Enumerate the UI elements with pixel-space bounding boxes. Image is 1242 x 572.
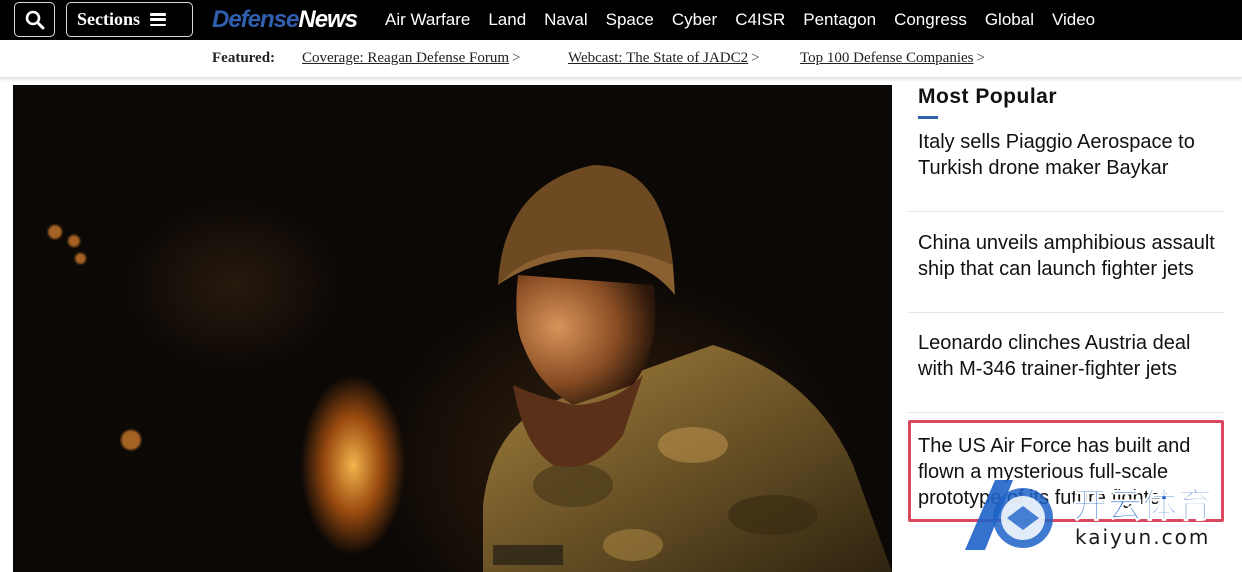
watermark-text: 开云体育 [1073,486,1213,527]
watermark-url: kaiyun.com [1075,525,1211,549]
featured-link-text: Webcast: The State of JADC2 [568,50,749,66]
hamburger-menu-icon [150,13,166,26]
section-nav: Air Warfare Land Naval Space Cyber C4ISR… [385,0,1113,40]
popular-item[interactable]: China unveils amphibious assault ship th… [908,230,1224,314]
nav-congress[interactable]: Congress [894,10,967,30]
popular-item-title: Leonardo clinches Austria deal with M-34… [918,332,1191,380]
featured-bar: Featured: Coverage: Reagan Defense Forum… [0,40,1242,78]
chevron-right-icon: > [512,50,521,66]
chevron-right-icon: > [976,50,985,66]
most-popular-heading: Most Popular [918,85,1058,108]
popular-item[interactable]: Leonardo clinches Austria deal with M-34… [908,330,1224,414]
nav-cyber[interactable]: Cyber [672,10,717,30]
logo-part-defense: Defense [212,6,299,33]
nav-air-warfare[interactable]: Air Warfare [385,10,470,30]
hero-photo[interactable] [13,85,892,572]
kaiyun-watermark: 开云体育 kaiyun.com [955,470,1230,565]
divider [908,312,1224,313]
nav-video[interactable]: Video [1052,10,1095,30]
featured-link-text: Top 100 Defense Companies [800,50,974,66]
soldier-figure [483,165,892,572]
top-nav-bar: Sections DefenseNews Air Warfare Land Na… [0,0,1242,40]
featured-link-text: Coverage: Reagan Defense Forum [302,50,510,66]
chevron-right-icon: > [751,50,760,66]
nav-naval[interactable]: Naval [544,10,587,30]
nav-c4isr[interactable]: C4ISR [735,10,785,30]
nav-pentagon[interactable]: Pentagon [803,10,876,30]
divider [908,412,1224,413]
sections-label: Sections [77,9,140,29]
featured-label: Featured: [212,50,276,66]
search-icon [25,10,44,29]
popular-item-title: Italy sells Piaggio Aerospace to Turkish… [918,131,1195,179]
heading-underline [918,116,938,119]
nav-land[interactable]: Land [488,10,526,30]
kaiyun-logo-icon [965,480,1053,550]
sections-menu-button[interactable]: Sections [66,2,193,37]
divider [908,211,1224,212]
featured-link-reagan-forum[interactable]: Coverage: Reagan Defense Forum > [302,50,520,67]
popular-item[interactable]: Italy sells Piaggio Aerospace to Turkish… [908,129,1224,213]
search-button[interactable] [14,2,55,37]
popular-item-title: China unveils amphibious assault ship th… [918,232,1215,280]
nav-space[interactable]: Space [606,10,654,30]
featured-link-top-100[interactable]: Top 100 Defense Companies > [800,50,985,67]
logo-part-news: News [298,6,358,33]
nav-global[interactable]: Global [985,10,1034,30]
featured-link-jadc2-webcast[interactable]: Webcast: The State of JADC2 > [568,50,760,67]
site-logo[interactable]: DefenseNews [212,4,358,36]
